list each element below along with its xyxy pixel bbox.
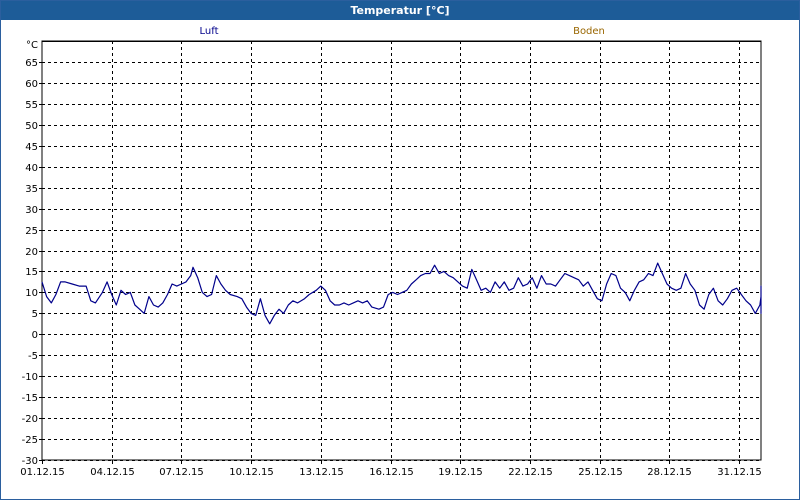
y-tick-label: 40 [25, 163, 38, 174]
y-tick-label: -25 [22, 435, 38, 446]
y-unit-label: °C [26, 40, 38, 51]
x-tick-label: 07.12.15 [159, 467, 204, 478]
y-tick-label: 65 [25, 58, 38, 69]
y-tick-label: 45 [25, 142, 38, 153]
plot-frame [41, 40, 762, 461]
x-tick-label: 10.12.15 [229, 467, 274, 478]
y-tick-label: 5 [32, 309, 38, 320]
x-tick-label: 31.12.15 [717, 467, 762, 478]
y-tick-label: 30 [25, 205, 38, 216]
y-tick-label: -10 [22, 372, 38, 383]
y-tick-label: 60 [25, 79, 38, 90]
y-tick-label: 55 [25, 100, 38, 111]
x-tick-label: 22.12.15 [508, 467, 553, 478]
x-tick-label: 13.12.15 [299, 467, 344, 478]
legend-boden: Boden [573, 26, 605, 37]
y-tick-label: 35 [25, 184, 38, 195]
y-tick-label: -30 [22, 456, 38, 467]
temperature-chart: -30 -25 -20 -15 -10 -5 0 5 10 15 20 25 30 35 40 45 50 55 6… [20, 26, 762, 478]
x-tick-label: 16.12.15 [369, 467, 414, 478]
x-tick-label: 01.12.15 [20, 467, 65, 478]
y-tick-label: -20 [22, 414, 38, 425]
y-tick-label: -5 [28, 351, 38, 362]
y-tick-label: 25 [25, 226, 38, 237]
chart-window: Temperatur [°C] -30 -25 -20 -15 -10 -5 0 5 10 15 2… [0, 0, 800, 500]
chart-title: Temperatur [°C] [1, 1, 799, 20]
x-tick-label: 04.12.15 [90, 467, 135, 478]
y-tick-label: 50 [25, 121, 38, 132]
y-tick-label: 15 [25, 267, 38, 278]
x-tick-label: 19.12.15 [438, 467, 483, 478]
x-tick-label: 28.12.15 [647, 467, 692, 478]
y-tick-label: -15 [22, 393, 38, 404]
y-tick-label: 20 [25, 247, 38, 258]
y-tick-label: 10 [25, 288, 38, 299]
legend-luft: Luft [200, 26, 219, 37]
y-tick-label: 0 [32, 330, 38, 341]
x-tick-label: 25.12.15 [578, 467, 623, 478]
